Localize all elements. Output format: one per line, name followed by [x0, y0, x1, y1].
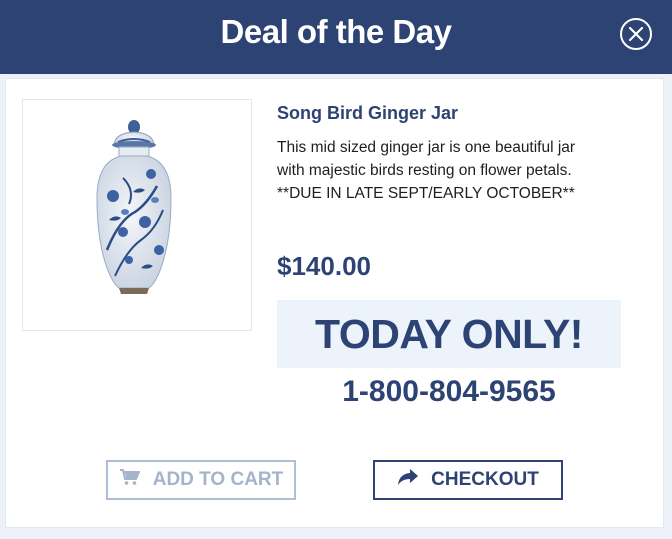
product-price: $140.00: [277, 251, 371, 281]
promo-banner: TODAY ONLY!: [277, 300, 621, 368]
modal-title: Deal of the Day: [220, 13, 452, 50]
modal-header: Deal of the Day: [0, 0, 672, 74]
product-image[interactable]: [22, 99, 252, 331]
description-line: **DUE IN LATE SEPT/EARLY OCTOBER**: [277, 185, 575, 202]
add-to-cart-label: ADD TO CART: [152, 469, 284, 490]
checkout-button[interactable]: CHECKOUT: [373, 460, 563, 500]
share-arrow-icon: [397, 468, 419, 492]
modal-body: Song Bird Ginger Jar This mid sized ging…: [5, 78, 664, 528]
product-name: Song Bird Ginger Jar: [277, 103, 459, 123]
checkout-label: CHECKOUT: [431, 469, 539, 490]
add-to-cart-button[interactable]: ADD TO CART: [106, 460, 296, 500]
description-line: with majestic birds resting on flower pe…: [277, 162, 572, 179]
close-circle-icon: [620, 18, 652, 50]
ginger-jar-image: [96, 120, 172, 294]
product-description: This mid sized ginger jar is one beautif…: [277, 136, 607, 205]
description-line: This mid sized ginger jar is one beautif…: [277, 139, 576, 156]
cart-icon: [119, 468, 141, 492]
phone-number[interactable]: 1-800-804-9565: [277, 375, 621, 409]
close-button[interactable]: [619, 17, 653, 51]
